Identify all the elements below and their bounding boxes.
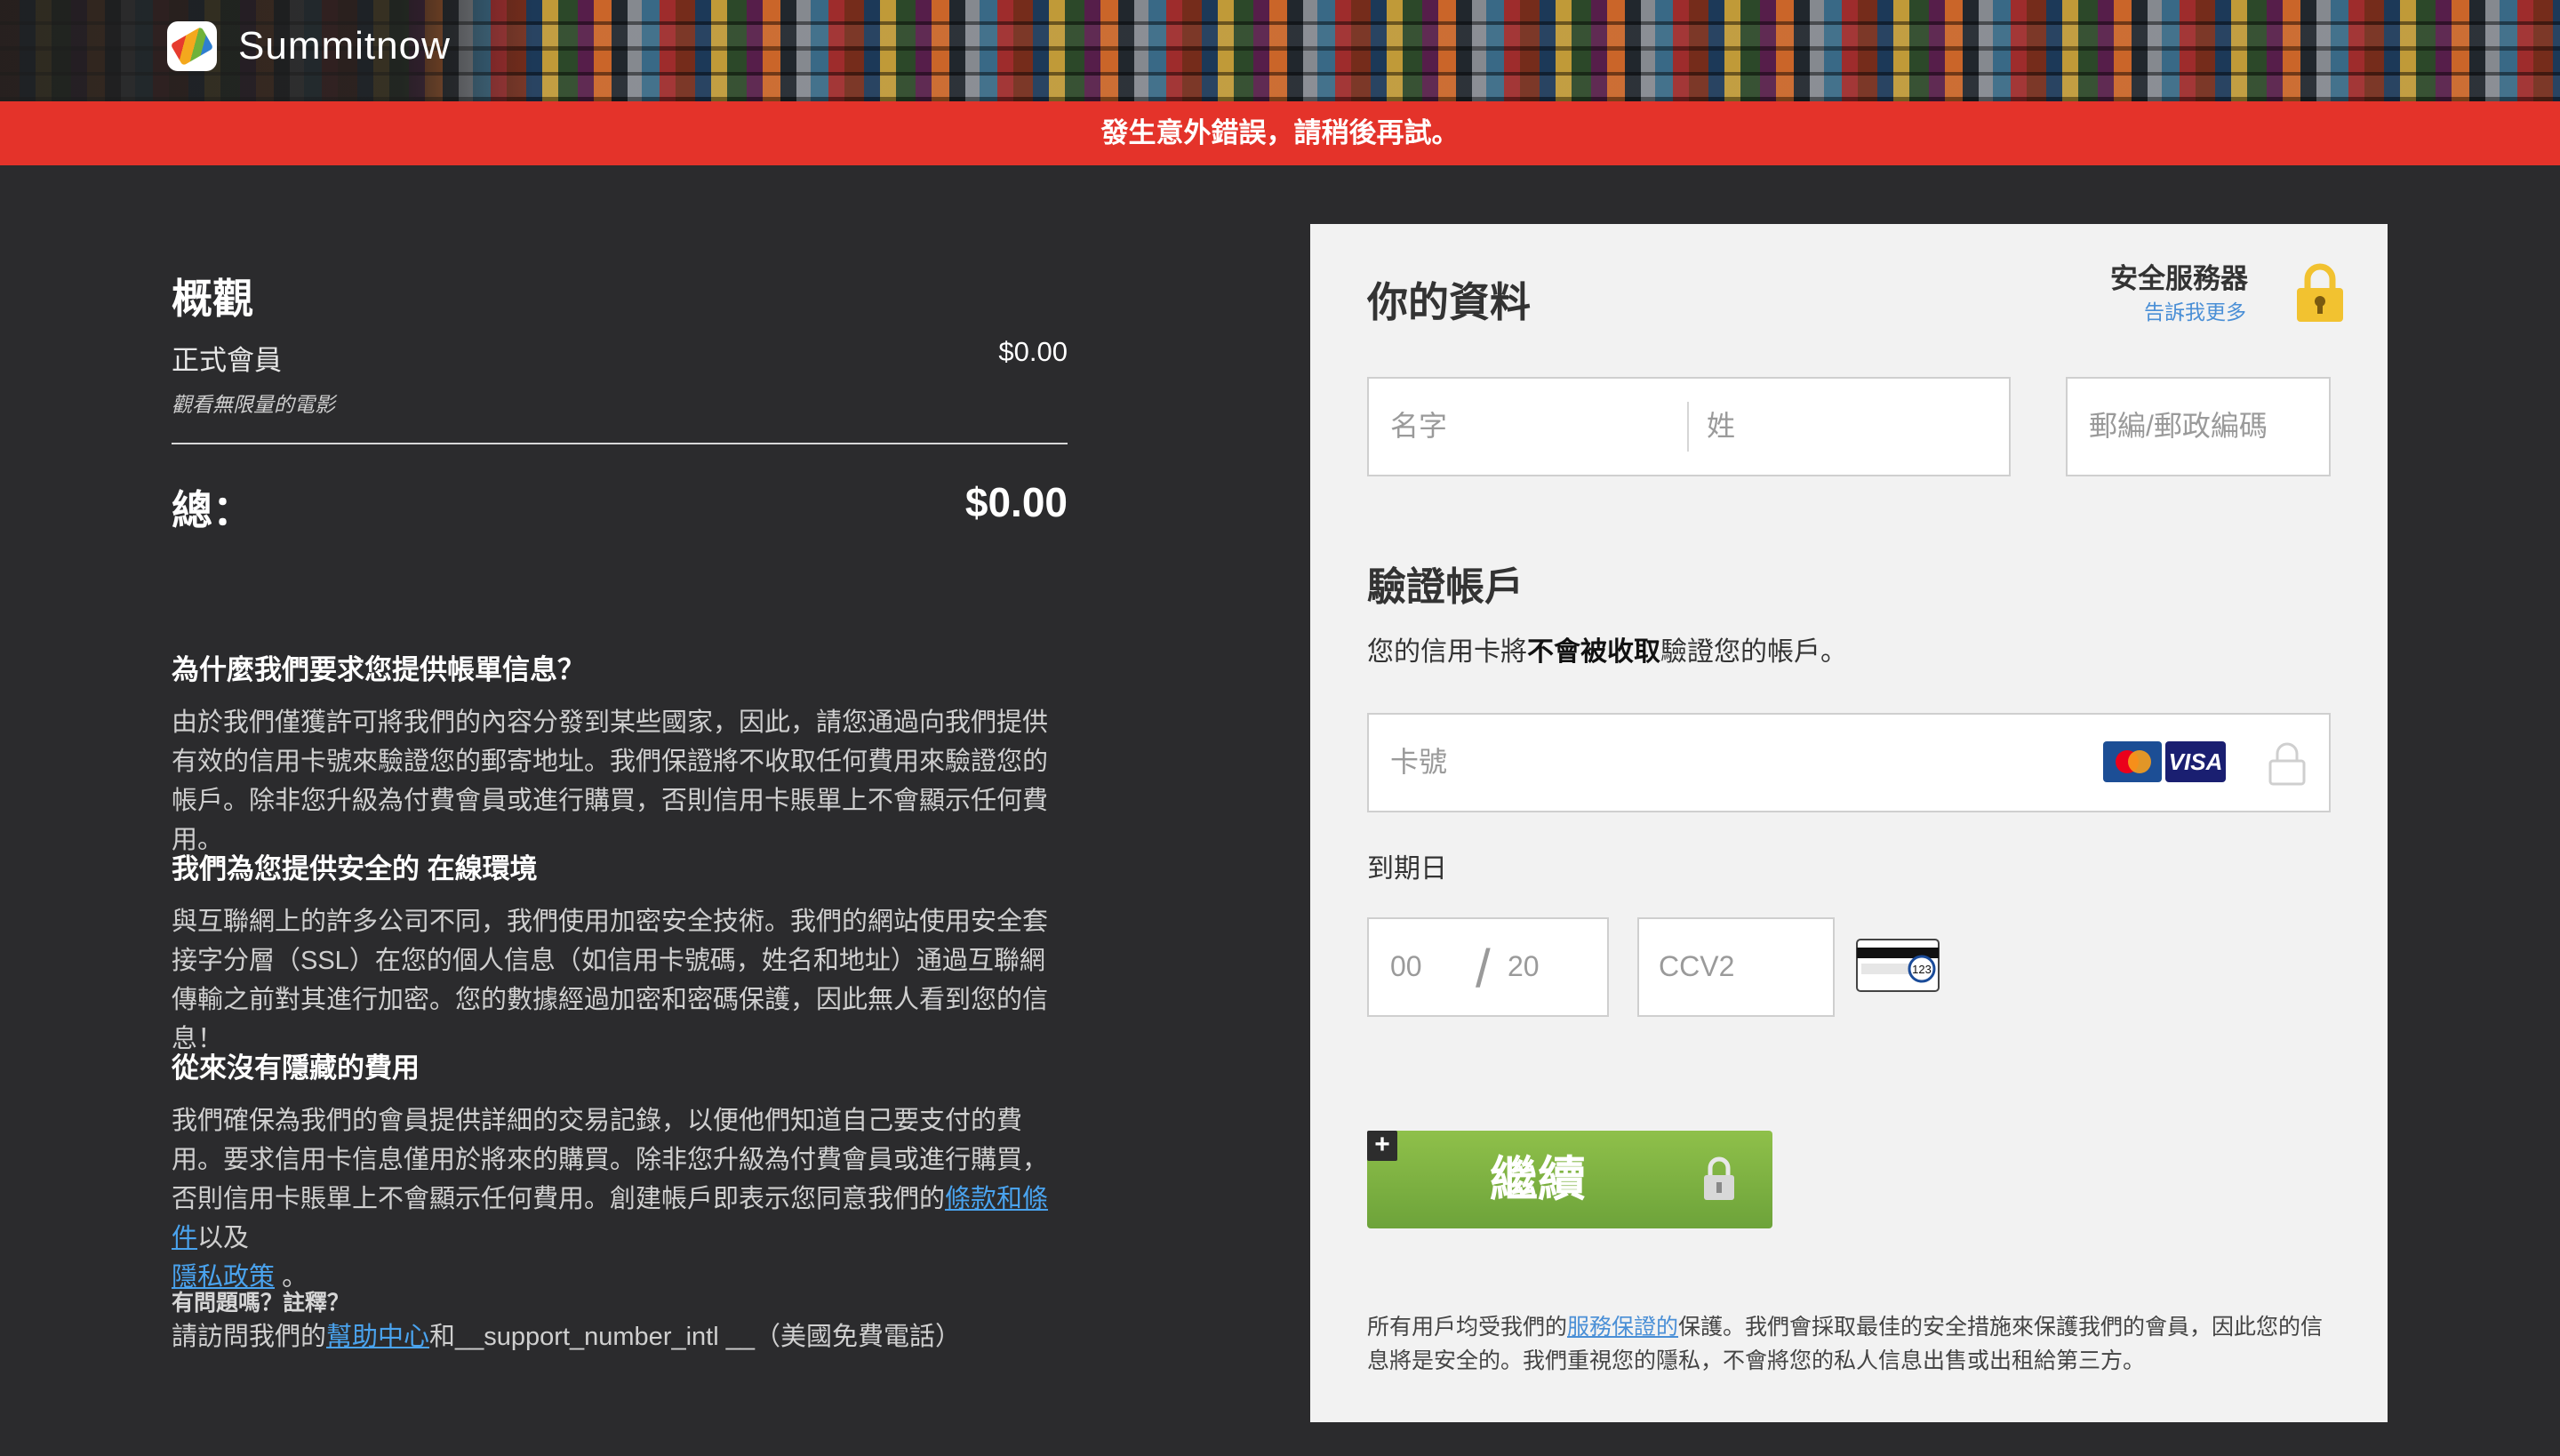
help-center-link[interactable]: 幫助中心 <box>326 1323 429 1351</box>
brand-logo-icon[interactable] <box>167 21 217 71</box>
mastercard-icon <box>2103 741 2162 782</box>
verify-prefix: 您的信用卡將 <box>1367 637 1527 667</box>
faq-title: 我們為您提供安全的 在線環境 <box>172 853 538 884</box>
faq-billing-info: 為什麼我們要求您提供帳單信息？ 由於我們僅獲許可將我們的內容分發到某些國家，因此… <box>172 647 1068 860</box>
verify-account-title: 驗證帳戶 <box>1367 565 1524 609</box>
padlock-icon <box>2297 263 2343 322</box>
total-label: 總： <box>172 487 253 533</box>
faq-body: 由於我們僅獲許可將我們的內容分發到某些國家，因此，請您通過向我們提供有效的信用卡… <box>172 708 1049 854</box>
continue-label: 繼續 <box>1490 1153 1586 1206</box>
verify-suffix: 驗證您的帳戶。 <box>1660 637 1847 667</box>
visa-icon: VISA <box>2165 741 2226 782</box>
zip-placeholder: 郵編/郵政編碼 <box>2089 410 2268 442</box>
lock-icon <box>1704 1156 1734 1200</box>
support-prefix: 請訪問我們的 <box>172 1323 327 1351</box>
cvv-placeholder: CCV2 <box>1659 950 1735 982</box>
guarantee-fine-print: 所有用戶均受我們的服務保證的保護。我們會採取最佳的安全措施來保護我們的會員，因此… <box>1367 1310 2345 1378</box>
zip-code-input[interactable]: 郵編/郵政編碼 <box>2066 377 2331 476</box>
card-number-placeholder: 卡號 <box>1390 746 1448 778</box>
cvv-input[interactable]: CCV2 <box>1637 917 1835 1017</box>
continue-button[interactable]: + 繼續 <box>1367 1131 1772 1228</box>
name-separator <box>1687 402 1689 452</box>
overview-title: 概觀 <box>172 276 253 322</box>
first-name-input[interactable]: 名字 <box>1390 379 1447 473</box>
faq-and-text: 以及 <box>197 1224 250 1252</box>
expiry-label: 到期日 <box>1367 854 1447 884</box>
faq-title: 從來沒有隱藏的費用 <box>172 1052 420 1084</box>
expiry-date-group: 00 / 20 <box>1367 917 1609 1017</box>
billing-form-panel: 你的資料 安全服務器 告訴我更多 名字 姓 郵編/郵政編碼 驗證帳戶 您的信用卡… <box>1310 224 2388 1422</box>
faq-title: 為什麼我們要求您提供帳單信息？ <box>172 654 585 685</box>
last-name-input[interactable]: 姓 <box>1707 379 1735 473</box>
card-number-input[interactable]: 卡號 VISA <box>1367 713 2331 812</box>
divider <box>172 443 1068 444</box>
cvv-hint-text: 123 <box>1912 963 1932 976</box>
error-banner: 發生意外錯誤，請稍後再試。 <box>0 101 2560 165</box>
faq-no-hidden-fees: 從來沒有隱藏的費用 我們確保為我們的會員提供詳細的交易記錄，以便他們知道自己要支… <box>172 1045 1068 1297</box>
fine-prefix: 所有用戶均受我們的 <box>1367 1315 1568 1340</box>
faq-body: 與互聯網上的許多公司不同，我們使用加密安全技術。我們的網站使用安全套接字分層（S… <box>172 908 1049 1053</box>
plan-price: $0.00 <box>998 336 1068 367</box>
site-header: Summitnow <box>0 0 2560 101</box>
verify-bold: 不會被收取 <box>1527 637 1660 667</box>
tell-me-more-link[interactable]: 告訴我更多 <box>2144 295 2246 325</box>
support-question: 有問題嗎？註釋？ <box>172 1291 350 1316</box>
faq-secure-environment: 我們為您提供安全的 在線環境 與互聯網上的許多公司不同，我們使用加密安全技術。我… <box>172 846 1068 1059</box>
expiry-month-input[interactable]: 00 <box>1390 919 1422 1013</box>
form-title: 你的資料 <box>1367 279 1531 325</box>
total-value: $0.00 <box>964 479 1068 525</box>
lock-icon <box>2268 742 2306 786</box>
expiry-slash: / <box>1476 939 1491 998</box>
faq-body: 我們確保為我們的會員提供詳細的交易記錄，以便他們知道自己要支付的費用。要求信用卡… <box>172 1101 1068 1297</box>
service-guarantee-link[interactable]: 服務保證的 <box>1567 1315 1678 1340</box>
plan-description: 觀看無限量的電影 <box>172 393 335 416</box>
name-field-group: 名字 姓 <box>1367 377 2011 476</box>
support-line: 請訪問我們的幫助中心和__support_number_intl __（美國免費… <box>172 1316 961 1353</box>
cvv-hint-card-icon: 123 <box>1856 939 1940 992</box>
brand-name[interactable]: Summitnow <box>238 21 451 71</box>
plan-name: 正式會員 <box>172 345 282 376</box>
expiry-year-input[interactable]: 20 <box>1508 919 1540 1013</box>
support-suffix: 和__support_number_intl __（美國免費電話） <box>429 1323 961 1351</box>
faq-body-text: 我們確保為我們的會員提供詳細的交易記錄，以便他們知道自己要支付的費用。要求信用卡… <box>172 1107 1049 1213</box>
verify-description: 您的信用卡將不會被收取驗證您的帳戶。 <box>1367 629 1847 668</box>
